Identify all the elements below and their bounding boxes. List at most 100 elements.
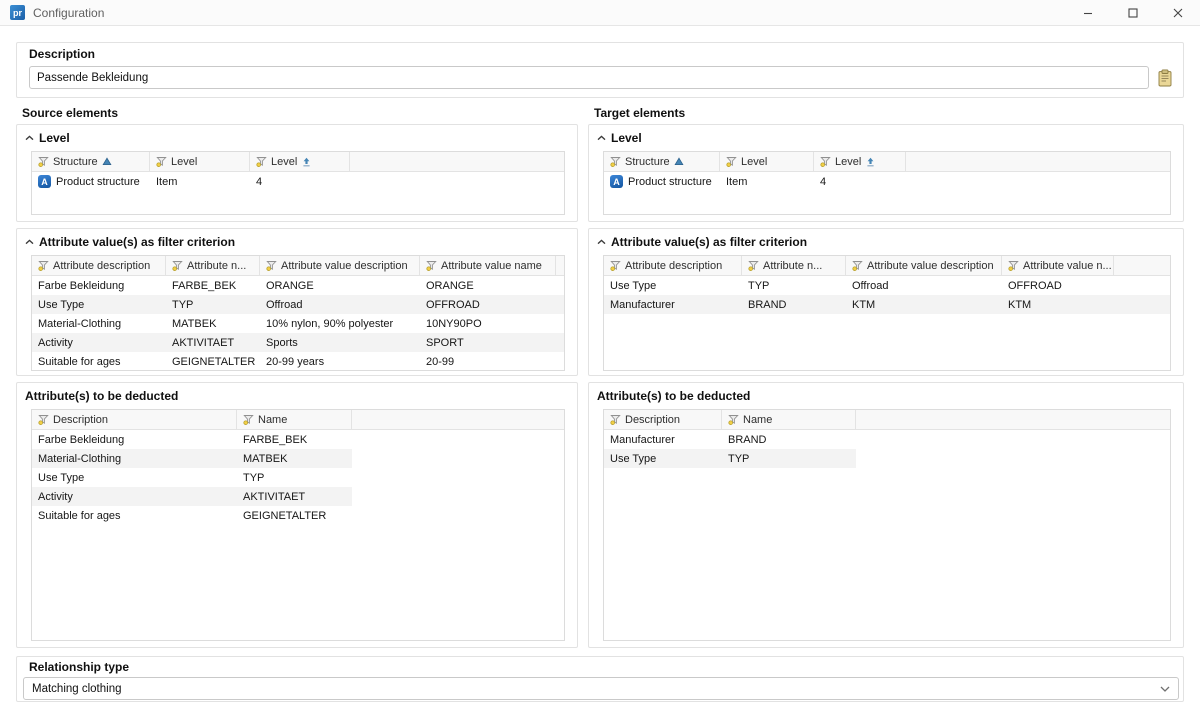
cell: 10NY90PO — [420, 318, 556, 330]
paste-button[interactable] — [1154, 66, 1176, 89]
col-header-label: Structure — [53, 156, 98, 168]
col-header-level[interactable]: Level — [150, 152, 250, 171]
source-level-section-header[interactable]: Level — [25, 131, 70, 145]
collapse-icon — [25, 239, 34, 245]
table-row[interactable]: Farbe Bekleidung FARBE_BEK — [32, 430, 352, 449]
maximize-button[interactable] — [1110, 0, 1155, 26]
cell: Material-Clothing — [32, 453, 237, 465]
clipboard-icon — [1157, 69, 1173, 87]
source-deduct-panel: Attribute(s) to be deducted Description … — [16, 382, 578, 648]
cell: Use Type — [604, 280, 742, 292]
cell: Suitable for ages — [32, 356, 166, 368]
target-filter-panel: Attribute value(s) as filter criterion A… — [588, 228, 1184, 376]
cell: Suitable for ages — [32, 510, 237, 522]
cell: Activity — [32, 491, 237, 503]
col-header-filler — [352, 410, 564, 429]
table-header-row: Attribute description Attribute n... Att… — [32, 256, 564, 276]
col-header-label: Name — [743, 414, 772, 426]
level-cell: Item — [150, 176, 250, 188]
col-header-description[interactable]: Description — [604, 410, 722, 429]
col-header-label: Attribute description — [625, 260, 722, 272]
col-header-value-description[interactable]: Attribute value description — [846, 256, 1002, 275]
table-row[interactable]: Farbe Bekleidung FARBE_BEK ORANGE ORANGE — [32, 276, 564, 295]
attribute-icon — [426, 260, 437, 271]
target-filter-section-header[interactable]: Attribute value(s) as filter criterion — [597, 235, 807, 249]
minimize-button[interactable] — [1065, 0, 1110, 26]
col-header-name[interactable]: Name — [237, 410, 352, 429]
col-header-level2[interactable]: Level — [250, 152, 350, 171]
cell: Activity — [32, 337, 166, 349]
attribute-icon — [38, 414, 49, 425]
table-row[interactable]: Use Type TYP — [604, 449, 856, 468]
table-row[interactable]: Use Type TYP Offroad OFFROAD — [32, 295, 564, 314]
target-level-section-header[interactable]: Level — [597, 131, 642, 145]
table-header-row: Description Name — [604, 410, 1170, 430]
col-header-filler — [556, 256, 565, 275]
col-header-label: Attribute value name — [441, 260, 542, 272]
attribute-icon — [728, 414, 739, 425]
table-row[interactable]: Material-Clothing MATBEK 10% nylon, 90% … — [32, 314, 564, 333]
table-row[interactable]: Material-Clothing MATBEK — [32, 449, 352, 468]
col-header-level[interactable]: Level — [720, 152, 814, 171]
close-button[interactable] — [1155, 0, 1200, 26]
source-deduct-section-header: Attribute(s) to be deducted — [25, 389, 178, 403]
cell: Offroad — [260, 299, 420, 311]
col-header-label: Name — [258, 414, 287, 426]
col-header-attr-name[interactable]: Attribute n... — [166, 256, 260, 275]
product-structure-icon: A — [610, 175, 623, 188]
attribute-icon — [610, 260, 621, 271]
col-header-structure[interactable]: Structure — [32, 152, 150, 171]
target-filter-table: Attribute description Attribute n... Att… — [603, 255, 1171, 371]
relationship-select[interactable]: Matching clothing — [23, 677, 1179, 700]
col-header-structure[interactable]: Structure — [604, 152, 720, 171]
col-header-attr-description[interactable]: Attribute description — [32, 256, 166, 275]
level2-cell: 4 — [250, 176, 350, 188]
col-header-description[interactable]: Description — [32, 410, 237, 429]
window-title: Configuration — [33, 6, 104, 20]
sort-asc-icon — [674, 157, 684, 166]
cell: TYP — [722, 453, 856, 465]
col-header-name[interactable]: Name — [722, 410, 856, 429]
col-header-level2[interactable]: Level — [814, 152, 906, 171]
col-header-label: Attribute value n... — [1023, 260, 1112, 272]
description-input[interactable] — [29, 66, 1149, 89]
table-row[interactable]: Suitable for ages GEIGNETALTER 20-99 yea… — [32, 352, 564, 371]
app-logo-icon: pr — [10, 5, 25, 20]
col-header-value-description[interactable]: Attribute value description — [260, 256, 420, 275]
source-elements-label: Source elements — [22, 106, 118, 120]
source-filter-section-header[interactable]: Attribute value(s) as filter criterion — [25, 235, 235, 249]
table-row[interactable]: Activity AKTIVITAET — [32, 487, 352, 506]
table-row[interactable]: Use Type TYP — [32, 468, 352, 487]
col-header-attr-description[interactable]: Attribute description — [604, 256, 742, 275]
col-header-attr-name[interactable]: Attribute n... — [742, 256, 846, 275]
table-row[interactable]: Suitable for ages GEIGNETALTER — [32, 506, 352, 525]
source-level-table: Structure Level Level AProduct structure… — [31, 151, 565, 215]
cell: FARBE_BEK — [237, 434, 352, 446]
table-row[interactable]: AProduct structure Item 4 — [32, 172, 564, 191]
table-row[interactable]: AProduct structure Item 4 — [604, 172, 1170, 191]
cell-text: Product structure — [56, 176, 140, 188]
cell: MATBEK — [237, 453, 352, 465]
col-header-value-name[interactable]: Attribute value n... — [1002, 256, 1114, 275]
table-row[interactable]: Use Type TYP Offroad OFFROAD — [604, 276, 1170, 295]
cell: MATBEK — [166, 318, 260, 330]
attribute-icon — [256, 156, 267, 167]
cell: KTM — [846, 299, 1002, 311]
level-cell: Item — [720, 176, 814, 188]
col-header-filler — [350, 152, 564, 171]
table-row[interactable]: Manufacturer BRAND KTM KTM — [604, 295, 1170, 314]
col-header-label: Level — [835, 156, 861, 168]
cell: 20-99 years — [260, 356, 420, 368]
cell: GEIGNETALTER — [166, 356, 260, 368]
col-header-filler — [1114, 256, 1170, 275]
attribute-icon — [243, 414, 254, 425]
table-row[interactable]: Activity AKTIVITAET Sports SPORT — [32, 333, 564, 352]
col-header-value-name[interactable]: Attribute value name — [420, 256, 556, 275]
col-header-label: Level — [271, 156, 297, 168]
col-header-filler — [906, 152, 1170, 171]
attribute-icon — [172, 260, 183, 271]
cell: ORANGE — [420, 280, 556, 292]
relationship-label: Relationship type — [29, 660, 129, 674]
table-header-row: Description Name — [32, 410, 564, 430]
table-row[interactable]: Manufacturer BRAND — [604, 430, 856, 449]
